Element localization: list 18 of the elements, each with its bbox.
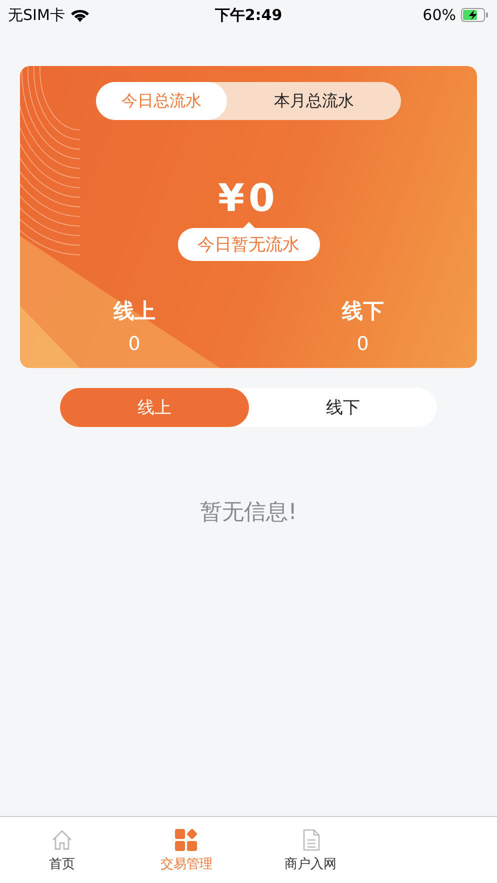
battery-charging-icon: [461, 8, 489, 22]
carrier-label: 无SIM卡: [8, 6, 65, 24]
wifi-icon: [70, 8, 90, 22]
stat-label: 线下: [342, 298, 384, 325]
bubble-pointer-icon: [242, 222, 254, 228]
channel-tab[interactable]: 线下: [248, 388, 437, 427]
battery-percentage: 60%: [422, 6, 456, 24]
total-amount: ¥0: [218, 176, 279, 220]
empty-message: 暂无信息!: [199, 499, 298, 527]
tab-bar-item[interactable]: 商户入网: [248, 817, 373, 883]
stat-label: 线上: [113, 298, 156, 325]
tab-bar-item[interactable]: 首页: [0, 817, 124, 883]
status-time: 下午2:49: [214, 6, 282, 24]
grid-icon: [174, 828, 198, 852]
note-bubble: 今日暂无流水: [178, 228, 320, 261]
stat-value: 0: [128, 333, 140, 355]
stat-value: 0: [356, 333, 369, 355]
period-tab[interactable]: 本月总流水: [227, 82, 401, 120]
